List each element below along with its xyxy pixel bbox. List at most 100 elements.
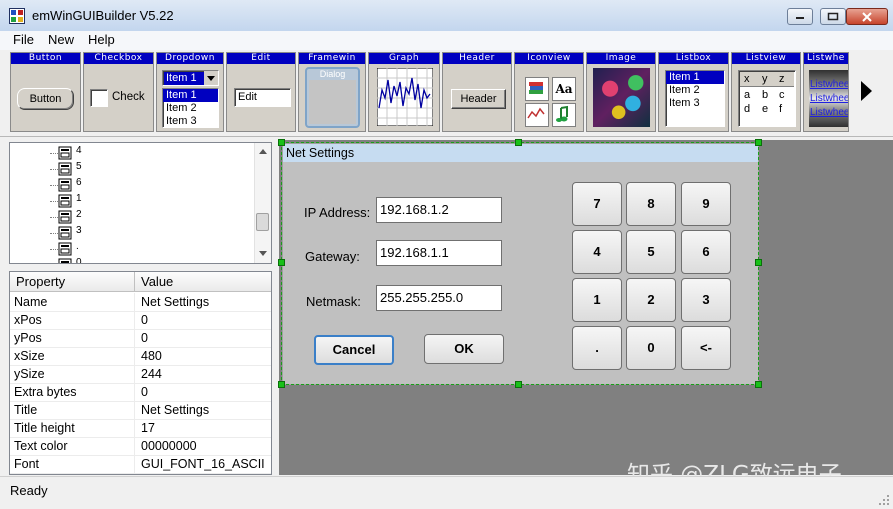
- tool-label: Graph: [369, 53, 439, 64]
- tool-framewin[interactable]: Framewin Dialog: [298, 52, 366, 132]
- property-row[interactable]: Name Net Settings: [10, 293, 271, 312]
- list-item: Listwhee: [810, 107, 849, 118]
- menu-help[interactable]: Help: [88, 32, 115, 47]
- tool-edit[interactable]: Edit Edit: [226, 52, 296, 132]
- resize-handle[interactable]: [755, 259, 762, 266]
- resize-handle[interactable]: [278, 139, 285, 146]
- listview-cell: z: [779, 73, 785, 85]
- image-preview: [593, 68, 650, 127]
- resize-handle[interactable]: [755, 381, 762, 388]
- widget-node-icon: [58, 162, 72, 176]
- property-column-header[interactable]: Property: [10, 272, 135, 292]
- property-value[interactable]: 00000000: [141, 437, 197, 455]
- tool-listwheel[interactable]: Listwhe Listwhee Listwhee Listwhee: [803, 52, 849, 132]
- property-row[interactable]: Text color 00000000: [10, 437, 271, 456]
- property-name: xSize: [14, 349, 45, 363]
- tool-label: Image: [587, 53, 655, 64]
- widget-node-icon: [58, 226, 72, 240]
- resize-handle[interactable]: [278, 381, 285, 388]
- status-bar: Ready: [0, 476, 893, 509]
- tree-item[interactable]: 6: [76, 177, 82, 188]
- tool-button[interactable]: Button Button: [10, 52, 81, 132]
- property-value[interactable]: 17: [141, 419, 155, 437]
- tree-item[interactable]: 3: [76, 225, 82, 236]
- minimize-button[interactable]: [787, 8, 813, 25]
- widget-node-icon: [58, 194, 72, 208]
- property-grid: Property Value Name Net Settings xPos 0 yPos…: [9, 271, 272, 475]
- property-row[interactable]: Extra bytes 0: [10, 383, 271, 402]
- property-name: Title: [14, 403, 38, 417]
- property-value[interactable]: 480: [141, 347, 162, 365]
- scroll-up-icon[interactable]: [258, 147, 268, 155]
- menu-file[interactable]: File: [13, 32, 34, 47]
- listview-cell: e: [762, 103, 769, 115]
- dropdown-preview-value: Item 1: [166, 72, 197, 84]
- property-row[interactable]: Font GUI_FONT_16_ASCII: [10, 455, 271, 474]
- property-row[interactable]: yPos 0: [10, 329, 271, 348]
- property-row[interactable]: ySize 244: [10, 365, 271, 384]
- property-value[interactable]: GUI_FONT_16_ASCII: [141, 455, 265, 473]
- tool-header[interactable]: Header Header: [442, 52, 512, 132]
- edit-preview: Edit: [234, 88, 291, 107]
- tool-image[interactable]: Image: [586, 52, 656, 132]
- listview-cell: x: [744, 73, 750, 85]
- tool-label: Listwhe: [804, 53, 848, 64]
- property-value[interactable]: 0: [141, 311, 148, 329]
- dropdown-preview-list: Item 1 Item 2 Item 3: [162, 88, 219, 128]
- property-name: Text color: [14, 439, 68, 453]
- property-value[interactable]: Net Settings: [141, 401, 209, 419]
- toolbox-scroll-right-button[interactable]: [858, 79, 874, 103]
- list-item: Item 3: [166, 115, 197, 127]
- tool-listbox[interactable]: Listbox Item 1 Item 2 Item 3: [658, 52, 729, 132]
- chevron-down-icon: [204, 71, 218, 85]
- tree-item[interactable]: .: [76, 241, 79, 252]
- value-column-header[interactable]: Value: [135, 272, 271, 292]
- resize-handle[interactable]: [515, 139, 522, 146]
- scroll-thumb[interactable]: [256, 213, 269, 231]
- property-value[interactable]: 0: [141, 329, 148, 347]
- widget-tree[interactable]: 4 5 6 1 2 3. 0: [9, 142, 272, 264]
- menu-bar: [0, 31, 893, 50]
- property-row[interactable]: Title height 17: [10, 419, 271, 438]
- listview-cell: y: [762, 73, 768, 85]
- tool-listview[interactable]: Listview x y z a b c d e f: [731, 52, 801, 132]
- property-name: xPos: [14, 313, 42, 327]
- widget-node-icon: [58, 258, 72, 263]
- triangle-right-icon: [861, 81, 872, 101]
- tool-label: Edit: [227, 53, 295, 64]
- listview-preview: x y z a b c d e f: [738, 70, 796, 127]
- tool-iconview[interactable]: Iconview Aa: [514, 52, 584, 132]
- property-value[interactable]: 0: [141, 383, 148, 401]
- property-row[interactable]: xPos 0: [10, 311, 271, 330]
- resize-handle[interactable]: [515, 381, 522, 388]
- dropdown-preview: Item 1: [162, 70, 219, 86]
- tree-scrollbar[interactable]: [254, 143, 271, 263]
- property-row[interactable]: Title Net Settings: [10, 401, 271, 420]
- property-value[interactable]: Net Settings: [141, 293, 209, 311]
- status-text: Ready: [10, 483, 48, 498]
- tool-label: Dropdown: [157, 53, 223, 64]
- resize-handle[interactable]: [755, 139, 762, 146]
- tool-checkbox[interactable]: Checkbox Check: [83, 52, 154, 132]
- tool-dropdown[interactable]: Dropdown Item 1 Item 1 Item 2 Item 3: [156, 52, 224, 132]
- widget-node-icon: [58, 242, 72, 256]
- property-row[interactable]: xSize 480: [10, 347, 271, 366]
- scroll-down-icon[interactable]: [258, 250, 268, 258]
- list-item: Item 1: [666, 71, 724, 84]
- font-icon: Aa: [552, 77, 576, 101]
- tool-graph[interactable]: Graph: [368, 52, 440, 132]
- resize-grip-icon[interactable]: [878, 494, 890, 506]
- property-value[interactable]: 244: [141, 365, 162, 383]
- tree-item[interactable]: 0: [76, 257, 82, 263]
- maximize-button[interactable]: [820, 8, 846, 25]
- close-button[interactable]: [846, 8, 888, 25]
- tree-item[interactable]: 4: [76, 145, 82, 156]
- menu-new[interactable]: New: [48, 32, 74, 47]
- chart-icon: [525, 103, 549, 127]
- tree-item[interactable]: 5: [76, 161, 82, 172]
- resize-handle[interactable]: [278, 259, 285, 266]
- tree-item[interactable]: 1: [76, 193, 82, 204]
- property-name: Extra bytes: [14, 385, 77, 399]
- books-icon: [525, 77, 549, 101]
- tree-item[interactable]: 2: [76, 209, 82, 220]
